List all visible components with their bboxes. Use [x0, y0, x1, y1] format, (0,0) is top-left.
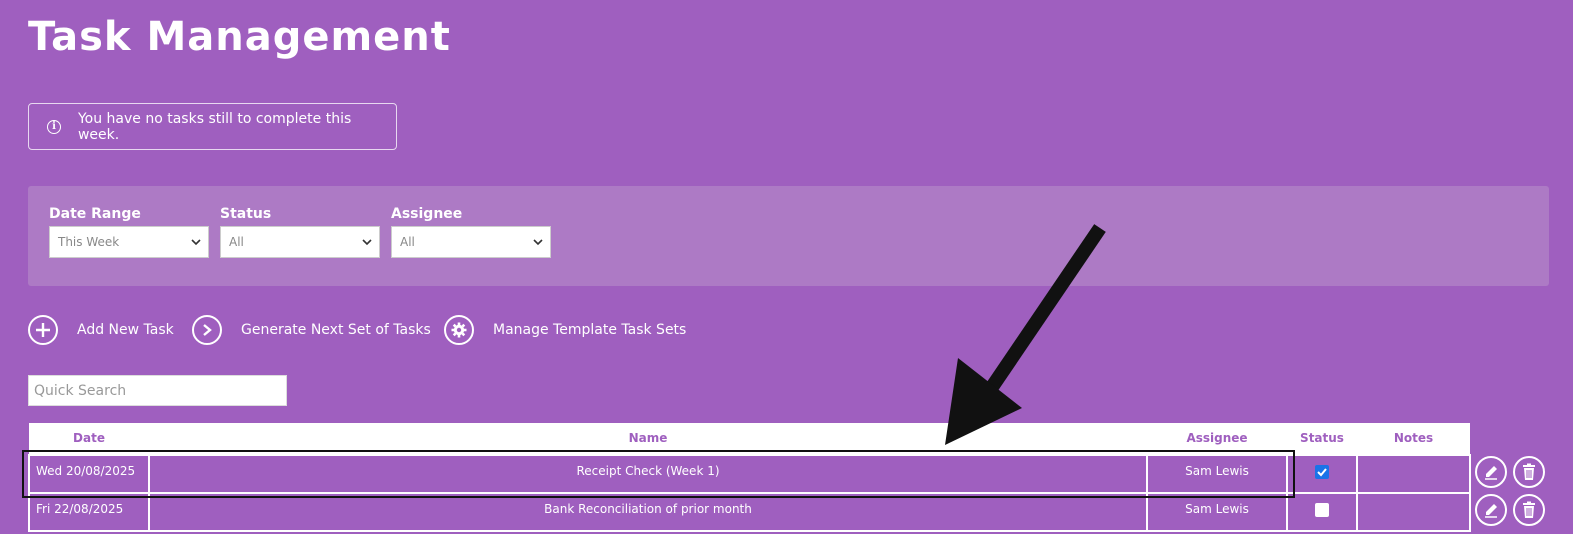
chevron-down-icon: [533, 239, 543, 246]
task-table: Date Name Assignee Status Notes Wed 20/0…: [28, 423, 1471, 532]
task-status: [1286, 454, 1358, 494]
assignee-column-header[interactable]: Assignee: [1147, 423, 1287, 455]
task-date: Fri 22/08/2025: [28, 492, 150, 532]
quick-search-placeholder: Quick Search: [34, 382, 127, 399]
generate-tasks-label: Generate Next Set of Tasks: [241, 322, 431, 338]
date-range-value: This Week: [58, 235, 120, 249]
quick-search-input[interactable]: Quick Search: [28, 375, 287, 406]
chevron-down-icon: [191, 239, 201, 246]
table-row[interactable]: Wed 20/08/2025 Receipt Check (Week 1) Sa…: [28, 454, 1471, 494]
trash-icon[interactable]: [1513, 456, 1545, 488]
assignee-filter: Assignee All: [391, 206, 551, 258]
manage-templates-button[interactable]: Manage Template Task Sets: [444, 314, 686, 346]
filter-panel: Date Range This Week Status All Assignee…: [28, 186, 1549, 286]
gear-icon: [444, 315, 474, 345]
info-notice: i You have no tasks still to complete th…: [28, 103, 397, 150]
status-checkbox[interactable]: [1315, 464, 1329, 479]
info-message: You have no tasks still to complete this…: [77, 110, 352, 143]
assignee-label: Assignee: [391, 206, 463, 222]
date-column-header[interactable]: Date: [29, 423, 149, 455]
date-range-filter: Date Range This Week: [49, 206, 209, 258]
status-checkbox[interactable]: [1315, 502, 1329, 517]
arrow-annotation: [945, 224, 1106, 445]
chevron-right-icon: [192, 315, 222, 345]
status-select[interactable]: All: [220, 226, 380, 258]
status-label: Status: [220, 206, 272, 222]
add-task-button[interactable]: Add New Task: [28, 314, 174, 346]
notes-column-header[interactable]: Notes: [1357, 423, 1470, 455]
task-status: [1286, 492, 1358, 532]
plus-icon: [28, 315, 58, 345]
status-column-header[interactable]: Status: [1287, 423, 1357, 455]
row-actions: [1475, 456, 1545, 488]
page-title: Task Management: [28, 14, 451, 60]
edit-icon[interactable]: [1475, 456, 1507, 488]
edit-icon[interactable]: [1475, 494, 1507, 526]
manage-templates-label: Manage Template Task Sets: [493, 322, 687, 338]
date-range-select[interactable]: This Week: [49, 226, 209, 258]
status-filter: Status All: [220, 206, 380, 258]
generate-tasks-button[interactable]: Generate Next Set of Tasks: [192, 314, 431, 346]
add-task-label: Add New Task: [77, 322, 174, 338]
trash-icon[interactable]: [1513, 494, 1545, 526]
task-assignee: Sam Lewis: [1146, 454, 1288, 494]
task-name: Receipt Check (Week 1): [148, 454, 1148, 494]
chevron-down-icon: [362, 239, 372, 246]
task-name: Bank Reconciliation of prior month: [148, 492, 1148, 532]
assignee-value: All: [400, 235, 415, 249]
table-header-row: Date Name Assignee Status Notes: [29, 423, 1470, 455]
task-date: Wed 20/08/2025: [28, 454, 150, 494]
table-row[interactable]: Fri 22/08/2025 Bank Reconciliation of pr…: [28, 492, 1471, 532]
row-actions: [1475, 494, 1545, 526]
status-value: All: [229, 235, 244, 249]
assignee-select[interactable]: All: [391, 226, 551, 258]
task-notes: [1356, 492, 1471, 532]
info-icon: i: [47, 119, 61, 134]
task-notes: [1356, 454, 1471, 494]
task-assignee: Sam Lewis: [1146, 492, 1288, 532]
date-range-label: Date Range: [49, 206, 141, 222]
